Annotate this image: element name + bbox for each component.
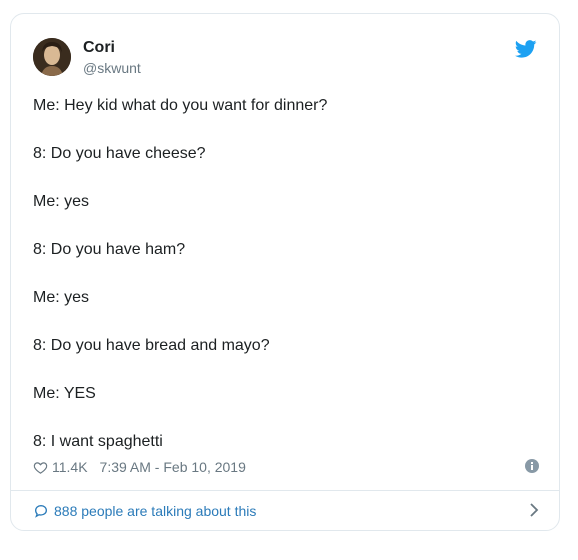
tweet-line-gap xyxy=(33,404,539,424)
tweet-card: Cori @skwunt Me: Hey kid what do you wan… xyxy=(10,13,560,531)
twitter-bird-icon[interactable] xyxy=(515,40,537,58)
tweet-meta: 11.4K 7:39 AM - Feb 10, 2019 xyxy=(33,458,539,476)
conversation-link[interactable]: 888 people are talking about this xyxy=(33,501,539,521)
tweet-line-gap xyxy=(33,260,539,280)
like-count[interactable]: 11.4K xyxy=(52,459,88,475)
tweet-text: Me: Hey kid what do you want for dinner?… xyxy=(33,96,539,452)
tweet-line: 8: Do you have ham? xyxy=(33,241,186,258)
author-handle[interactable]: @skwunt xyxy=(83,60,141,76)
speech-bubble-icon xyxy=(34,504,48,518)
tweet-line: 8: Do you have cheese? xyxy=(33,145,206,162)
tweet-line-gap xyxy=(33,164,539,184)
tweet-line-gap xyxy=(33,308,539,328)
tweet-line: Me: YES xyxy=(33,385,96,402)
tweet-line: Me: Hey kid what do you want for dinner? xyxy=(33,97,328,114)
tweet-line: 8: I want spaghetti xyxy=(33,433,163,450)
tweet-line: Me: yes xyxy=(33,289,90,306)
conversation-text[interactable]: 888 people are talking about this xyxy=(54,503,256,519)
timestamp[interactable]: 7:39 AM - Feb 10, 2019 xyxy=(100,459,246,475)
tweet-line-gap xyxy=(33,116,539,136)
author-name[interactable]: Cori xyxy=(83,39,115,57)
heart-icon[interactable] xyxy=(33,460,48,475)
tweet-line-gap xyxy=(33,212,539,232)
divider xyxy=(11,490,559,491)
tweet-line: 8: Do you have bread and mayo? xyxy=(33,337,270,354)
avatar[interactable] xyxy=(33,38,71,76)
chevron-right-icon[interactable] xyxy=(529,503,539,517)
tweet-line-gap xyxy=(33,356,539,376)
tweet-line: Me: yes xyxy=(33,193,90,210)
info-icon[interactable] xyxy=(525,459,539,473)
